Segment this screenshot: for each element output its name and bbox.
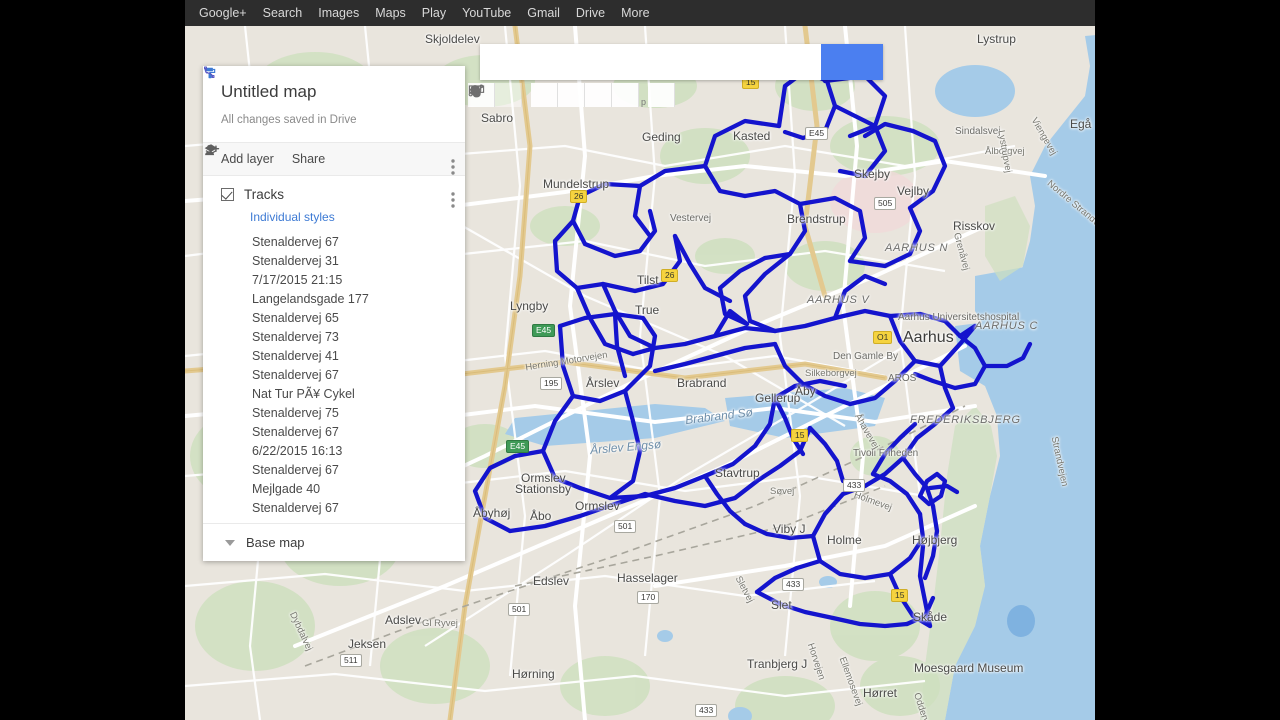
track-list: Stenaldervej 67 Stenaldervej 31 7/17/2015 …	[203, 66, 465, 523]
track-name: Mejlgade 40	[252, 481, 321, 496]
individual-styles-row[interactable]: Individual styles	[203, 67, 465, 232]
track-item[interactable]: 7/17/2015 21:15	[203, 66, 465, 289]
redo-button[interactable]	[470, 83, 522, 107]
google-nav-item-more[interactable]: More	[613, 0, 657, 26]
track-item[interactable]: Stenaldervej 67	[203, 66, 465, 479]
track-item[interactable]: Stenaldervej 31	[203, 66, 465, 270]
map-search-bar[interactable]	[480, 44, 883, 80]
add-marker-button[interactable]	[470, 83, 585, 107]
layer-section: Tracks Individual styles Stenaldervej 67…	[203, 66, 465, 523]
base-map-row[interactable]: Base map	[203, 523, 465, 561]
share-button[interactable]: Share	[205, 144, 326, 166]
track-name: Stenaldervej 65	[252, 310, 339, 325]
search-icon	[482, 46, 497, 61]
google-nav-item-gmail[interactable]: Gmail	[519, 0, 568, 26]
track-item[interactable]: Stenaldervej 67	[203, 66, 465, 441]
map-layers-panel: Untitled map All changes saved in Drive …	[203, 66, 465, 561]
track-item[interactable]: Nat Tur PÃ¥ Cykel	[203, 66, 465, 403]
map-canvas[interactable]: Aarhus Skjoldelev Lystrup Sabro Geding Kasted…	[185, 26, 1095, 720]
track-item[interactable]: Stenaldervej 75	[203, 66, 465, 422]
google-nav-item-search[interactable]: Search	[255, 0, 311, 26]
kebab-icon	[451, 159, 455, 175]
chevron-down-icon	[225, 539, 235, 546]
browser-content: Google+ Search Images Maps Play YouTube Gmail D…	[185, 0, 1095, 720]
layer-visibility-checkbox[interactable]	[221, 188, 234, 201]
track-name: Stenaldervej 67	[252, 234, 339, 249]
track-item[interactable]: Stenaldervej 67	[203, 66, 465, 251]
track-line-icon	[204, 66, 215, 78]
track-name: 7/17/2015 21:15	[252, 272, 343, 287]
track-item[interactable]: Stenaldervej 67	[203, 66, 465, 517]
track-item[interactable]: Stenaldervej 73	[203, 66, 465, 346]
track-item[interactable]: Stenaldervej 41	[203, 66, 465, 365]
google-nav-item-drive[interactable]: Drive	[568, 0, 613, 26]
track-name: 6/22/2015 16:13	[252, 443, 343, 458]
search-button[interactable]	[482, 44, 883, 80]
track-name: Stenaldervej 67	[252, 500, 339, 515]
draw-line-button[interactable]	[468, 83, 612, 107]
measure-distance-button[interactable]	[468, 83, 676, 107]
google-nav-item-google-[interactable]: Google+	[191, 0, 255, 26]
pan-tool-button[interactable]	[471, 83, 558, 107]
toolbar-mini-label: p	[641, 97, 647, 107]
search-input[interactable]	[480, 44, 821, 80]
track-item[interactable]: Stenaldervej 67	[203, 66, 465, 384]
panel-actions-row: Add layer Share	[203, 142, 465, 175]
map-title[interactable]: Untitled map	[221, 82, 447, 102]
layer-name[interactable]: Tracks	[244, 187, 284, 202]
track-name: Stenaldervej 75	[252, 405, 339, 420]
panel-header: Untitled map All changes saved in Drive	[203, 66, 465, 142]
google-top-nav: Google+ Search Images Maps Play YouTube Gmail D…	[185, 0, 1095, 26]
google-nav-item-play[interactable]: Play	[414, 0, 454, 26]
track-item[interactable]: 6/22/2015 16:13	[203, 66, 465, 460]
track-item[interactable]: Mejlgade 40	[203, 66, 465, 498]
track-name: Stenaldervej 67	[252, 424, 339, 439]
add-layer-button[interactable]: Add layer	[204, 144, 274, 166]
screenshot-root: Google+ Search Images Maps Play YouTube Gmail D…	[0, 0, 1280, 720]
google-nav-item-maps[interactable]: Maps	[367, 0, 414, 26]
google-nav-item-youtube[interactable]: YouTube	[454, 0, 519, 26]
save-status: All changes saved in Drive	[221, 114, 357, 126]
individual-styles-label: Individual styles	[250, 210, 335, 224]
add-layer-label: Add layer	[221, 152, 274, 166]
track-item[interactable]: Langelandsgade 177	[203, 66, 465, 308]
base-map-label: Base map	[246, 535, 305, 550]
kebab-icon	[451, 192, 455, 208]
ruler-icon	[468, 85, 485, 93]
google-nav-item-images[interactable]: Images	[310, 0, 367, 26]
track-name: Stenaldervej 31	[252, 253, 339, 268]
track-name: Stenaldervej 67	[252, 367, 339, 382]
track-name: Langelandsgade 177	[252, 291, 369, 306]
share-label: Share	[291, 152, 326, 166]
map-edit-toolbar[interactable]: p	[468, 83, 676, 107]
track-name: Stenaldervej 73	[252, 329, 339, 344]
track-name: Stenaldervej 41	[252, 348, 339, 363]
person-add-icon	[205, 144, 220, 156]
track-item[interactable]: Stenaldervej 65	[203, 66, 465, 327]
layer-header-row: Tracks	[203, 176, 465, 208]
track-name: Nat Tur PÃ¥ Cykel	[252, 386, 355, 401]
directions-button[interactable]	[471, 83, 639, 107]
track-name: Stenaldervej 67	[252, 462, 339, 477]
